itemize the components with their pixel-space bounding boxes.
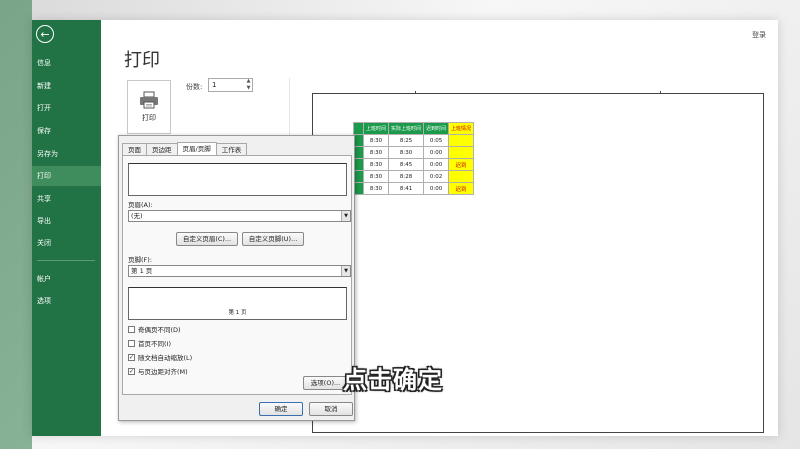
checkbox-label: 与页边距对齐(M) (138, 368, 188, 376)
video-caption: 点击确定 (343, 366, 443, 394)
checkbox-odd-even[interactable]: 奇偶页不同(D) (128, 324, 181, 334)
col-header: 实际上班时间 (388, 122, 425, 135)
row-head (353, 182, 364, 195)
checkmark-icon: ✓ (128, 353, 135, 361)
checkbox-label: 随文档自动缩放(L) (138, 354, 193, 362)
table-cell: 0:02 (423, 170, 450, 183)
table-cell: 8:30 (362, 182, 390, 195)
chevron-down-icon: ▼ (341, 266, 350, 276)
checkmark-icon: ✓ (128, 367, 135, 375)
page-tick (660, 91, 661, 94)
table-row: 8:30 8:41 0:00 迟到 (353, 182, 475, 195)
chevron-down-icon: ▼ (341, 211, 350, 221)
nav-print[interactable]: 打印 (32, 166, 101, 186)
copies-spinner[interactable]: ▲ ▼ (244, 78, 253, 92)
custom-footer-button[interactable]: 自定义页脚(U)... (242, 232, 304, 246)
table-cell: 8:30 (362, 170, 390, 183)
nav-share[interactable]: 共享 (32, 189, 101, 209)
checkbox-box (128, 325, 135, 333)
nav-save[interactable]: 保存 (32, 121, 101, 141)
col-header: 迟到时间 (423, 122, 450, 135)
ok-button[interactable]: 确定 (259, 402, 303, 416)
checkbox-scale-with-doc[interactable]: ✓ 随文档自动缩放(L) (128, 352, 192, 362)
table-row: 8:30 8:45 0:00 迟到 (353, 158, 475, 171)
row-head (353, 134, 364, 147)
table-cell: 8:28 (388, 170, 425, 183)
table-cell: 迟到 (448, 182, 475, 195)
header-select[interactable]: (无) ▼ (128, 210, 351, 222)
printer-icon (140, 91, 158, 109)
tab-header-footer[interactable]: 页眉/页脚 (176, 142, 217, 156)
table-cell: 0:00 (423, 182, 450, 195)
nav-info[interactable]: 信息 (32, 53, 101, 73)
nav-close[interactable]: 关闭 (32, 233, 101, 253)
table-cell: 0:05 (423, 134, 450, 147)
table-row-head (353, 122, 364, 135)
login-link[interactable]: 登录 (752, 30, 766, 40)
checkbox-label: 首页不同(I) (138, 340, 171, 348)
table-cell (448, 146, 475, 159)
table-cell: 8:25 (388, 134, 425, 147)
col-header: 上班情况 (448, 122, 475, 135)
preview-sheet-table: 上班时间 实际上班时间 迟到时间 上班情况 8:30 8:25 0:05 8:3… (353, 122, 475, 195)
nav-export[interactable]: 导出 (32, 211, 101, 231)
table-cell: 0:00 (423, 146, 450, 159)
row-head (353, 146, 364, 159)
table-cell: 迟到 (448, 158, 475, 171)
dialog-tabs: 页面 页边距 页眉/页脚 工作表 (122, 142, 248, 156)
nav-divider (37, 260, 95, 261)
nav-account[interactable]: 帐户 (32, 269, 101, 289)
table-cell (448, 170, 475, 183)
header-footer-panel: 页眉(A): (无) ▼ 自定义页眉(C)... 自定义页脚(U)... 页脚(… (122, 155, 352, 395)
table-row: 8:30 8:30 0:00 (353, 146, 475, 159)
back-arrow-icon[interactable]: ← (36, 25, 54, 43)
table-cell: 8:41 (388, 182, 425, 195)
print-button[interactable]: 打印 (127, 80, 171, 134)
page-tick (415, 91, 416, 94)
backstage-sidebar: ← 信息 新建 打开 保存 另存为 打印 共享 导出 关闭 帐户 选项 (32, 20, 101, 436)
table-cell: 0:00 (423, 158, 450, 171)
nav-new[interactable]: 新建 (32, 76, 101, 96)
print-button-label: 打印 (142, 114, 156, 122)
row-head (353, 158, 364, 171)
table-header-row: 上班时间 实际上班时间 迟到时间 上班情况 (353, 122, 475, 135)
table-row: 8:30 8:25 0:05 (353, 134, 475, 147)
footer-select-value: 第 1 页 (131, 267, 153, 275)
col-header: 上班时间 (362, 122, 390, 135)
table-cell: 8:30 (362, 146, 390, 159)
header-preview-box (128, 163, 347, 196)
footer-select[interactable]: 第 1 页 ▼ (128, 265, 351, 277)
header-label: 页眉(A): (128, 201, 153, 209)
table-cell: 8:30 (362, 158, 390, 171)
checkbox-first-page[interactable]: 首页不同(I) (128, 338, 171, 348)
checkbox-align-margins[interactable]: ✓ 与页边距对齐(M) (128, 366, 188, 376)
page-setup-dialog: 页面 页边距 页眉/页脚 工作表 页眉(A): (无) ▼ 自定义页眉(C)..… (118, 135, 355, 421)
nav-options[interactable]: 选项 (32, 291, 101, 311)
nav-open[interactable]: 打开 (32, 98, 101, 118)
cancel-button[interactable]: 取消 (309, 402, 353, 416)
copies-label: 份数: (186, 83, 203, 91)
page-title: 打印 (124, 50, 160, 71)
table-cell (448, 134, 475, 147)
background-sidebar-blur (0, 0, 32, 449)
checkbox-box (128, 339, 135, 347)
table-cell: 8:45 (388, 158, 425, 171)
checkbox-label: 奇偶页不同(D) (138, 326, 181, 334)
footer-preview-text: 第 1 页 (228, 310, 247, 316)
custom-header-button[interactable]: 自定义页眉(C)... (176, 232, 238, 246)
footer-preview-box: 第 1 页 (128, 287, 347, 320)
footer-label: 页脚(F): (128, 256, 153, 264)
table-row: 8:30 8:28 0:02 (353, 170, 475, 183)
row-head (353, 170, 364, 183)
header-select-value: (无) (131, 212, 143, 220)
options-button[interactable]: 选项(O)... (303, 376, 348, 390)
table-cell: 8:30 (388, 146, 425, 159)
nav-save-as[interactable]: 另存为 (32, 144, 101, 164)
table-cell: 8:30 (362, 134, 390, 147)
